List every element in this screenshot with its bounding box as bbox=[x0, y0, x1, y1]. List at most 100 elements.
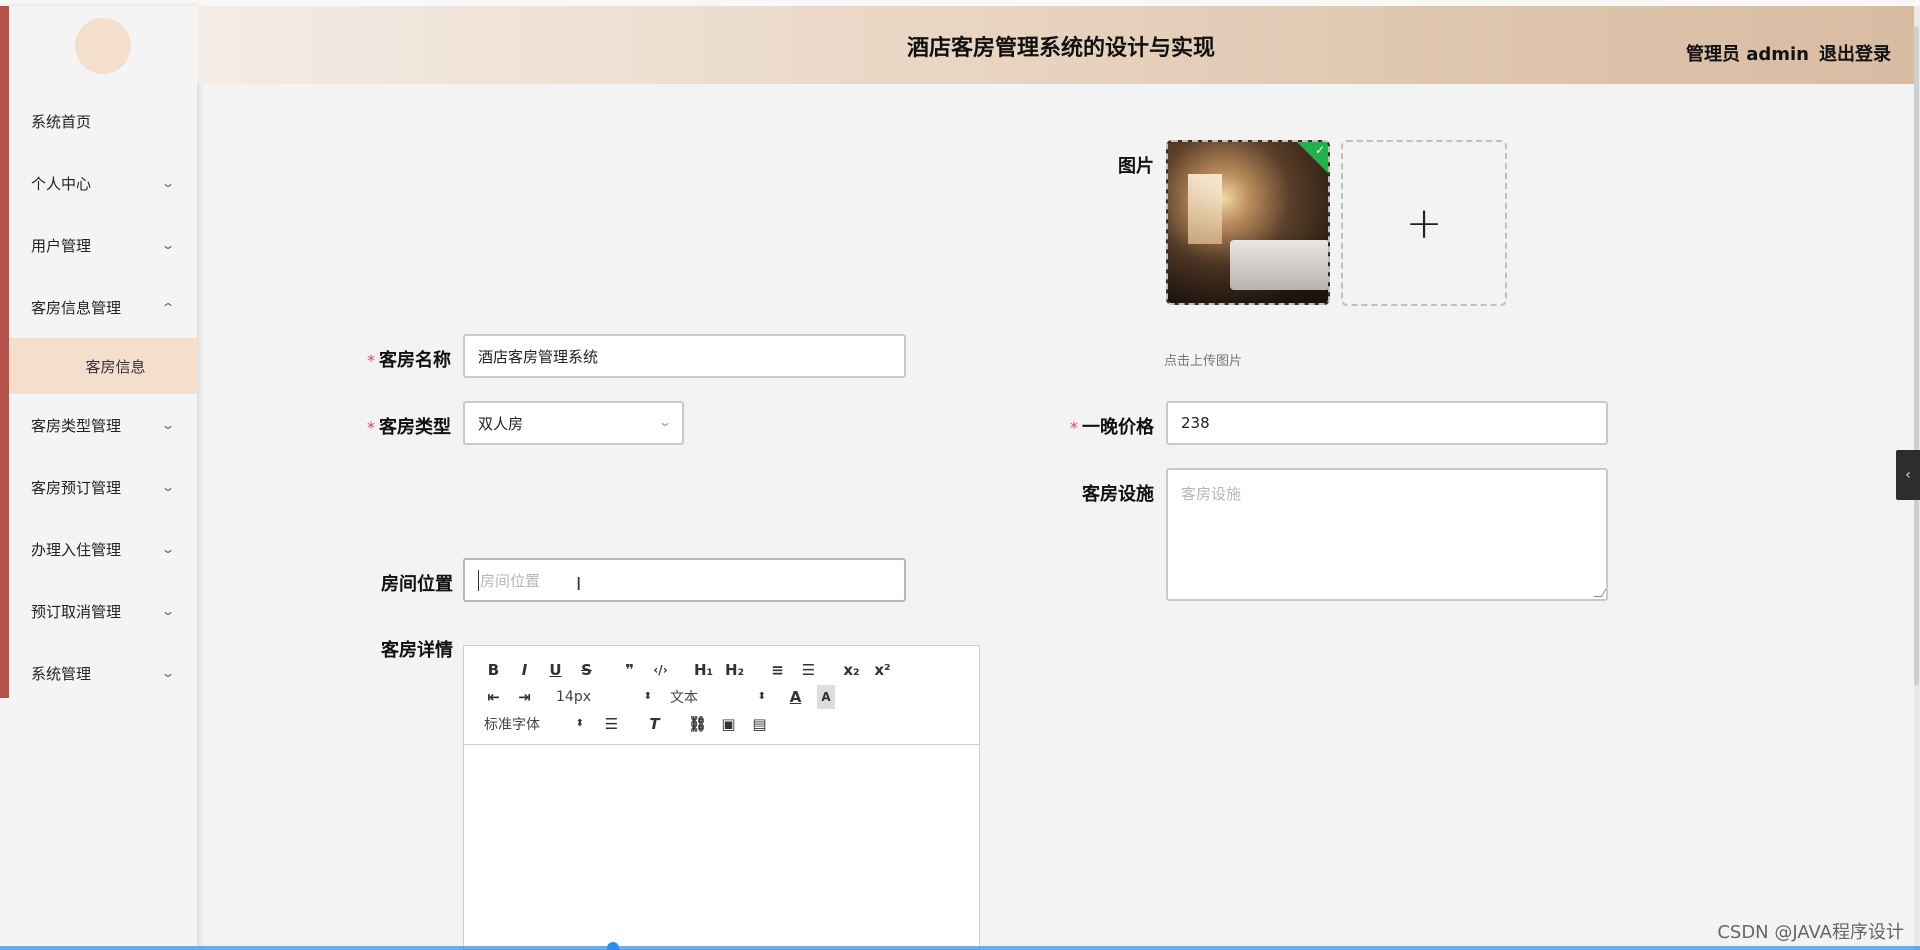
sidebar-item-label: 预订取消管理 bbox=[31, 602, 122, 621]
uploaded-room-image[interactable]: ✓ bbox=[1166, 140, 1330, 305]
heading-2-icon[interactable]: H₂ bbox=[719, 658, 750, 682]
font-family-value: 标准字体 bbox=[484, 716, 540, 733]
select-updown-icon: ⬍ bbox=[643, 691, 652, 702]
facility-label-text: 客房设施 bbox=[1082, 484, 1154, 505]
chevron-down-icon: ⌄ bbox=[160, 542, 176, 556]
room-window bbox=[1188, 174, 1222, 244]
scrollbar-thumb[interactable] bbox=[1914, 26, 1919, 686]
check-icon: ✓ bbox=[1314, 143, 1325, 157]
required-mark: * bbox=[367, 418, 375, 437]
sidebar-item-label: 办理入住管理 bbox=[31, 540, 122, 559]
room-type-select[interactable]: 双人房 ⌄ bbox=[463, 401, 684, 445]
superscript-icon[interactable]: x² bbox=[867, 658, 898, 682]
location-input[interactable]: 房间位置 bbox=[463, 558, 906, 602]
header-user-area: 管理员 admin 退出登录 bbox=[1686, 40, 1891, 66]
heading-1-icon[interactable]: H₁ bbox=[688, 658, 719, 682]
editor-content-area[interactable] bbox=[464, 745, 979, 945]
sidebar-item-cancel-management[interactable]: 预订取消管理 ⌄ bbox=[9, 580, 197, 642]
chevron-down-icon: ⌄ bbox=[160, 666, 176, 680]
sidebar-item-label: 系统首页 bbox=[31, 112, 92, 131]
subscript-icon[interactable]: x₂ bbox=[836, 658, 867, 682]
sidebar-item-user-management[interactable]: 用户管理 ⌄ bbox=[9, 214, 197, 276]
facility-label: 客房设施 bbox=[1082, 480, 1154, 506]
image-upload-button[interactable]: + bbox=[1341, 140, 1507, 306]
underline-icon[interactable]: U bbox=[540, 658, 571, 682]
image-icon[interactable]: ▣ bbox=[713, 712, 744, 736]
text-style-select[interactable]: 文本 ⬍ bbox=[664, 685, 772, 709]
upload-hint: 点击上传图片 bbox=[1164, 354, 1243, 369]
editor-toolbar: B I U S ❞ ‹/› H₁ H₂ ≡ ☰ x₂ x² ⇤ ⇥ 14px ⬍ bbox=[464, 646, 979, 745]
font-family-select[interactable]: 标准字体 ⬍ bbox=[478, 712, 590, 736]
background-color-icon[interactable]: A bbox=[817, 684, 835, 709]
toolbar-row-1: B I U S ❞ ‹/› H₁ H₂ ≡ ☰ x₂ x² bbox=[478, 656, 965, 683]
sidebar-item-checkin-management[interactable]: 办理入住管理 ⌄ bbox=[9, 518, 197, 580]
price-input[interactable]: 238 bbox=[1166, 401, 1608, 445]
sidebar-item-label: 系统管理 bbox=[31, 664, 92, 683]
page-title: 酒店客房管理系统的设计与实现 bbox=[907, 36, 1216, 61]
blockquote-icon[interactable]: ❞ bbox=[614, 658, 645, 682]
plus-icon: + bbox=[1405, 197, 1443, 249]
sidebar-subitem-room-info[interactable]: 客房信息 bbox=[9, 338, 197, 394]
chevron-down-icon: ⌄ bbox=[657, 415, 673, 429]
image-label-text: 图片 bbox=[1118, 156, 1154, 177]
chevron-down-icon: ⌄ bbox=[160, 480, 176, 494]
price-label: * 一晚价格 bbox=[1070, 413, 1154, 439]
detail-label-text: 客房详情 bbox=[381, 640, 453, 661]
toolbar-row-2: ⇤ ⇥ 14px ⬍ 文本 ⬍ A A bbox=[478, 683, 965, 710]
room-name-input[interactable]: 酒店客房管理系统 bbox=[463, 334, 906, 378]
required-mark: * bbox=[367, 351, 375, 370]
sidebar-item-booking-management[interactable]: 客房预订管理 ⌄ bbox=[9, 456, 197, 518]
room-type-value: 双人房 bbox=[478, 414, 524, 433]
required-mark: * bbox=[1070, 418, 1078, 437]
location-label-text: 房间位置 bbox=[381, 574, 453, 595]
rich-text-editor[interactable]: B I U S ❞ ‹/› H₁ H₂ ≡ ☰ x₂ x² ⇤ ⇥ 14px ⬍ bbox=[463, 645, 980, 950]
collapse-panel-button[interactable]: ‹ bbox=[1896, 450, 1920, 500]
sidebar-item-personal-center[interactable]: 个人中心 ⌄ bbox=[9, 152, 197, 214]
sidebar-item-home[interactable]: 系统首页 bbox=[9, 90, 197, 152]
align-icon[interactable]: ☰ bbox=[596, 712, 627, 736]
link-icon[interactable]: ⛓ bbox=[682, 712, 713, 736]
select-updown-icon: ⬍ bbox=[757, 691, 766, 702]
facility-placeholder: 客房设施 bbox=[1181, 485, 1242, 503]
clear-format-icon[interactable]: T bbox=[639, 712, 670, 736]
sidebar-item-label: 客房预订管理 bbox=[31, 478, 122, 497]
ordered-list-icon[interactable]: ≡ bbox=[762, 658, 793, 682]
sidebar-item-label: 客房类型管理 bbox=[31, 416, 122, 435]
sidebar-item-room-type-management[interactable]: 客房类型管理 ⌄ bbox=[9, 394, 197, 456]
sidebar-item-label: 客房信息管理 bbox=[31, 298, 122, 317]
top-header: 酒店客房管理系统的设计与实现 管理员 admin 退出登录 bbox=[197, 6, 1915, 84]
sidebar-item-label: 个人中心 bbox=[31, 174, 92, 193]
sidebar-subitem-label: 客房信息 bbox=[85, 357, 146, 376]
toolbar-row-3: 标准字体 ⬍ ☰ T ⛓ ▣ ▤ bbox=[478, 710, 965, 737]
video-icon[interactable]: ▤ bbox=[744, 712, 775, 736]
text-cursor-icon: I bbox=[576, 574, 582, 595]
font-color-icon[interactable]: A bbox=[780, 685, 811, 709]
code-block-icon[interactable]: ‹/› bbox=[645, 658, 676, 682]
strikethrough-icon[interactable]: S bbox=[571, 658, 602, 682]
chevron-left-icon: ‹ bbox=[1905, 467, 1911, 483]
logo-avatar bbox=[75, 18, 131, 74]
italic-icon[interactable]: I bbox=[509, 658, 540, 682]
resize-handle-icon[interactable] bbox=[1593, 589, 1607, 597]
sidebar-item-label: 用户管理 bbox=[31, 236, 92, 255]
room-name-label: * 客房名称 bbox=[367, 346, 451, 372]
font-size-select[interactable]: 14px ⬍ bbox=[550, 685, 658, 709]
location-placeholder: 房间位置 bbox=[478, 569, 541, 591]
room-type-label: * 客房类型 bbox=[367, 413, 451, 439]
bold-icon[interactable]: B bbox=[478, 658, 509, 682]
sidebar-item-room-info-management[interactable]: 客房信息管理 ⌄ bbox=[9, 276, 197, 338]
room-name-label-text: 客房名称 bbox=[379, 350, 451, 371]
bullet-list-icon[interactable]: ☰ bbox=[793, 658, 824, 682]
progress-handle[interactable] bbox=[607, 942, 619, 950]
location-label: 房间位置 bbox=[381, 570, 453, 596]
logout-link[interactable]: 退出登录 bbox=[1819, 40, 1891, 66]
progress-line bbox=[0, 946, 1920, 950]
sidebar-accent-bar bbox=[0, 6, 9, 698]
outdent-icon[interactable]: ⇤ bbox=[478, 685, 509, 709]
facility-textarea[interactable]: 客房设施 bbox=[1166, 468, 1608, 601]
current-user-label: 管理员 admin bbox=[1685, 44, 1809, 65]
price-value: 238 bbox=[1181, 414, 1210, 432]
font-size-value: 14px bbox=[556, 688, 591, 705]
indent-icon[interactable]: ⇥ bbox=[509, 685, 540, 709]
sidebar-item-system-management[interactable]: 系统管理 ⌄ bbox=[9, 642, 197, 704]
